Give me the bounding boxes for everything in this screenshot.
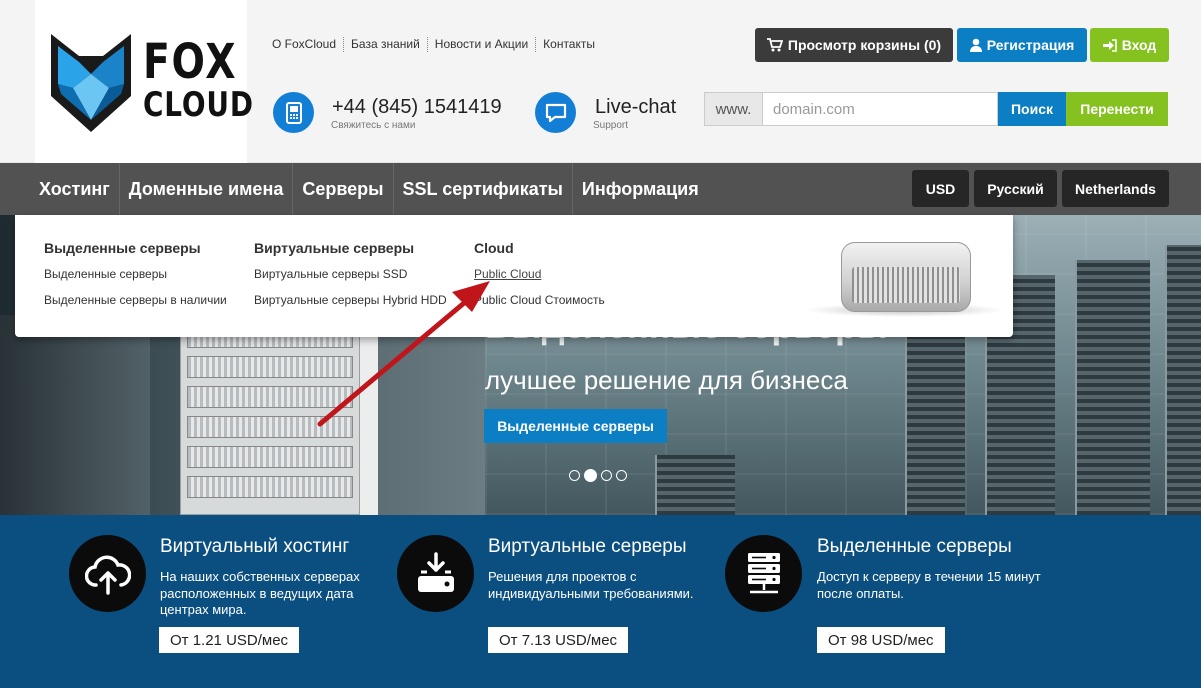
view-cart-button[interactable]: Просмотр корзины (0) [755,28,953,62]
logo-wordmark: FOX CLOUD [143,38,278,122]
register-label: Регистрация [986,37,1075,53]
user-icon [969,38,982,52]
dropdown-heading: Cloud [474,240,514,256]
hero-subtitle: лучшее решение для бизнеса [485,365,848,395]
servers-dropdown-menu: Выделенные серверы Выделенные серверы Вы… [15,215,1013,337]
dropdown-link[interactable]: Виртуальные серверы Hybrid HDD [254,293,447,307]
cart-icon [766,38,783,52]
language-selector[interactable]: Русский [974,170,1057,207]
toplink-about[interactable]: О FoxCloud [272,37,345,52]
logo-line-2: CLOUD [143,85,254,125]
phone-icon [273,92,314,133]
feature-title: Виртуальный хостинг [160,536,350,557]
feature-price[interactable]: От 98 USD/мес [817,627,945,653]
toplink-knowledge-base[interactable]: База знаний [344,37,428,52]
dropdown-heading: Виртуальные серверы [254,240,415,256]
feature-description: Доступ к серверу в течении 15 минут посл… [817,569,1041,601]
hdd-download-icon [397,535,474,612]
slider-dots [569,469,627,482]
site-header: FOX CLOUD О FoxCloud База знаний Новости… [0,0,1201,163]
feature-price[interactable]: От 1.21 USD/мес [159,627,300,653]
feature-title: Виртуальные серверы [488,536,687,557]
cloud-upload-icon [69,535,146,612]
features-section: Виртуальный хостинг На наших собственных… [0,515,1201,688]
hero-cta-button[interactable]: Выделенные серверы [484,409,667,443]
nav-item-hosting[interactable]: Хостинг [30,163,120,215]
logo[interactable]: FOX CLOUD [35,0,253,163]
nav-item-info[interactable]: Информация [573,163,708,215]
dropdown-link[interactable]: Выделенные серверы [44,267,227,281]
currency-selector[interactable]: USD [912,170,969,207]
domain-input[interactable] [762,92,998,126]
domain-transfer-button[interactable]: Перенести [1066,92,1168,126]
dropdown-column-virtual: Виртуальные серверы Виртуальные серверы … [254,240,447,319]
top-links: О FoxCloud База знаний Новости и Акции К… [272,37,602,52]
live-chat-link[interactable]: Live-chat [595,96,676,119]
dropdown-link[interactable]: Выделенные серверы в наличии [44,293,227,307]
sign-in-icon [1102,38,1117,52]
toplink-news[interactable]: Новости и Акции [428,37,537,52]
domain-search-button[interactable]: Поиск [998,92,1066,126]
dropdown-column-dedicated: Выделенные серверы Выделенные серверы Вы… [44,240,227,319]
dropdown-heading: Выделенные серверы [44,240,201,256]
toplink-contacts[interactable]: Контакты [536,37,602,52]
live-chat-caption: Support [593,120,629,131]
nav-item-servers[interactable]: Серверы [293,163,394,215]
chat-icon[interactable] [535,92,576,133]
dropdown-column-cloud: Cloud Public Cloud Public Cloud Стоимост… [474,240,605,319]
fox-logo-icon [51,34,131,132]
server-stack-icon [725,535,802,612]
country-selector[interactable]: Netherlands [1062,170,1169,207]
domain-search-form: www. Поиск Перенести [704,92,1168,126]
login-button[interactable]: Вход [1090,28,1169,62]
nav-item-ssl[interactable]: SSL сертификаты [394,163,573,215]
phone-caption: Свяжитесь с нами [331,120,416,131]
feature-price[interactable]: От 7.13 USD/мес [488,627,629,653]
phone-number[interactable]: +44 (845) 1541419 [332,96,502,119]
slider-dot-1[interactable] [569,470,580,481]
dropdown-link-public-cloud[interactable]: Public Cloud [474,267,605,281]
login-label: Вход [1121,37,1157,53]
view-cart-label: Просмотр корзины (0) [787,37,942,53]
slider-dot-3[interactable] [601,470,612,481]
feature-description: На наших собственных серверах расположен… [160,569,360,617]
register-button[interactable]: Регистрация [957,28,1087,62]
nav-item-domains[interactable]: Доменные имена [120,163,294,215]
logo-line-1: FOX [143,34,238,90]
server-device-image [841,242,971,312]
slider-dot-2[interactable] [584,469,597,482]
slider-dot-4[interactable] [616,470,627,481]
domain-prefix: www. [704,92,762,126]
dropdown-link[interactable]: Виртуальные серверы SSD [254,267,447,281]
dropdown-link-public-cloud-pricing[interactable]: Public Cloud Стоимость [474,293,605,307]
feature-title: Выделенные серверы [817,536,1012,557]
feature-description: Решения для проектов с индивидуальными т… [488,569,694,601]
